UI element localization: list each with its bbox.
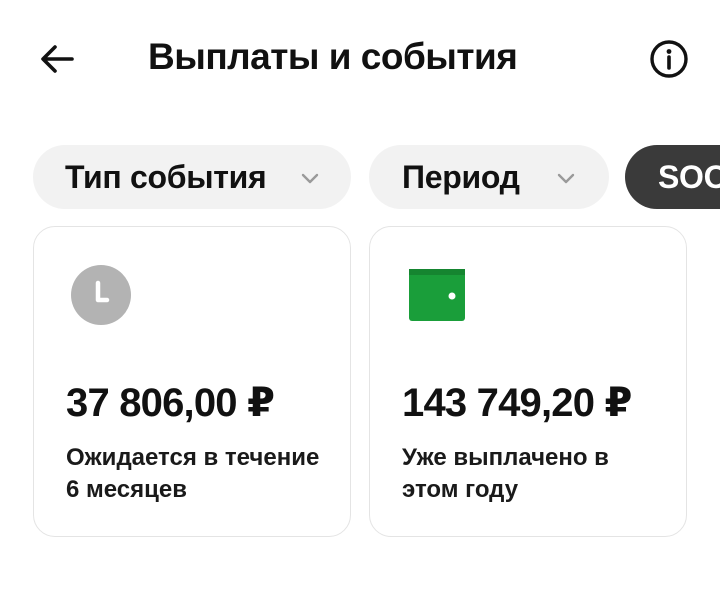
third-chip-label: SOOI	[658, 158, 720, 195]
clock-icon	[71, 265, 131, 325]
paid-this-year-card[interactable]: 143 749,20 ₽ Уже выплачено в этом году	[369, 226, 687, 537]
arrow-left-icon	[41, 45, 74, 73]
filter-chips: Тип события Период SOOI	[0, 145, 720, 209]
wallet-icon	[409, 269, 465, 321]
paid-description: Уже выплачено в этом году	[402, 444, 609, 503]
payouts-events-screen: Выплаты и события Тип события Период SOO…	[0, 0, 720, 590]
paid-amount: 143 749,20 ₽	[402, 381, 632, 425]
third-filter-chip[interactable]: SOOI	[625, 145, 720, 209]
event-type-label: Тип события	[65, 158, 267, 195]
page-title: Выплаты и события	[148, 36, 518, 77]
info-button[interactable]	[642, 32, 696, 86]
chevron-down-icon	[557, 173, 575, 184]
period-label: Период	[402, 158, 520, 195]
expected-description: Ожидается в течение 6 месяцев	[66, 444, 320, 503]
event-type-filter[interactable]: Тип события	[33, 145, 351, 209]
expected-payout-card[interactable]: 37 806,00 ₽ Ожидается в течение 6 месяце…	[33, 226, 351, 537]
back-button[interactable]	[30, 32, 84, 86]
period-filter[interactable]: Период	[369, 145, 609, 209]
expected-amount: 37 806,00 ₽	[66, 381, 275, 425]
header: Выплаты и события	[0, 0, 720, 115]
info-circle-icon	[650, 40, 688, 78]
chevron-down-icon	[301, 173, 319, 184]
